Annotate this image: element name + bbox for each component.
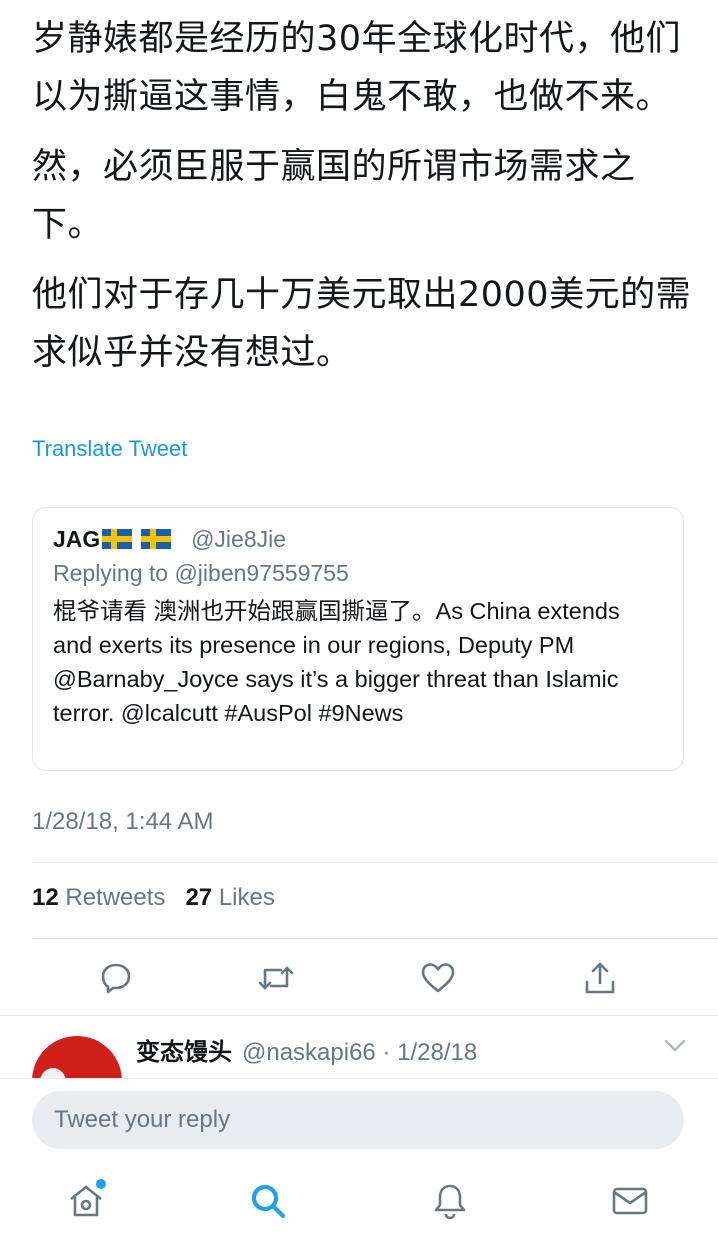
sweden-flag-icon (140, 529, 171, 549)
retweet-button[interactable] (254, 956, 298, 1000)
tweet-reply-input[interactable]: Tweet your reply (32, 1091, 684, 1149)
tab-search[interactable] (248, 1181, 288, 1221)
like-icon (421, 963, 455, 993)
avatar[interactable] (32, 1036, 122, 1080)
sweden-flag-icon (102, 529, 133, 549)
tab-notifications[interactable] (430, 1181, 470, 1221)
notification-dot (96, 1179, 106, 1189)
divider (32, 862, 718, 863)
divider (32, 938, 718, 939)
tweet-body: 岁静婊都是经历的30年全球化时代，他们以为撕逼这事情，白鬼不敢，也做不来。 然，… (32, 10, 692, 394)
likes-count[interactable]: 27 (185, 884, 212, 911)
likes-label[interactable]: Likes (219, 884, 275, 911)
reply-composer-bar: Tweet your reply (0, 1078, 718, 1249)
translate-tweet-link[interactable]: Translate Tweet (32, 436, 187, 462)
tweet-paragraph: 然，必须臣服于赢国的所谓市场需求之下。 (32, 147, 636, 245)
tweet-timestamp: 1/28/18, 1:44 AM (32, 808, 214, 835)
tweet-paragraph: 他们对于存几十万美元取出2000美元的需求似乎并没有想过。 (32, 275, 692, 373)
share-icon (585, 962, 615, 994)
reply-button[interactable] (94, 956, 138, 1000)
reply-author-name: 变态馒头 (136, 1039, 232, 1066)
notifications-icon (434, 1184, 466, 1220)
search-icon (251, 1184, 286, 1219)
quoted-replying-to: Replying to @jiben97559755 (53, 560, 349, 586)
tweet-actions (0, 948, 718, 1008)
messages-icon (612, 1187, 648, 1215)
reply-header: 变态馒头 @naskapi66 · 1/28/18 (136, 1032, 477, 1067)
reply-icon (101, 963, 131, 994)
retweet-icon (258, 966, 294, 990)
reply-tweet[interactable]: 变态馒头 @naskapi66 · 1/28/18 (0, 1015, 718, 1080)
like-button[interactable] (416, 956, 460, 1000)
quoted-tweet[interactable]: JAG @Jie8Jie Replying to @jiben97559755 … (32, 507, 684, 771)
retweets-count[interactable]: 12 (32, 884, 59, 911)
quoted-tweet-header: JAG @Jie8Jie (53, 522, 663, 556)
share-button[interactable] (578, 956, 622, 1000)
quoted-author-handle: @Jie8Jie (191, 526, 287, 552)
retweets-label[interactable]: Retweets (65, 884, 165, 911)
quoted-author-name: JAG (53, 526, 101, 552)
tweet-paragraph: 岁静婊都是经历的30年全球化时代，他们以为撕逼这事情，白鬼不敢，也做不来。 (32, 19, 682, 117)
chevron-down-icon (664, 1039, 686, 1052)
tab-messages[interactable] (610, 1181, 650, 1221)
tweet-stats: 12 Retweets 27 Likes (32, 884, 275, 912)
tweet-menu-button[interactable] (664, 1038, 686, 1057)
reply-author-meta: @naskapi66 · 1/28/18 (242, 1039, 478, 1066)
quoted-tweet-text: 棍爷请看 澳洲也开始跟赢国撕逼了。As China extends and ex… (53, 598, 620, 726)
